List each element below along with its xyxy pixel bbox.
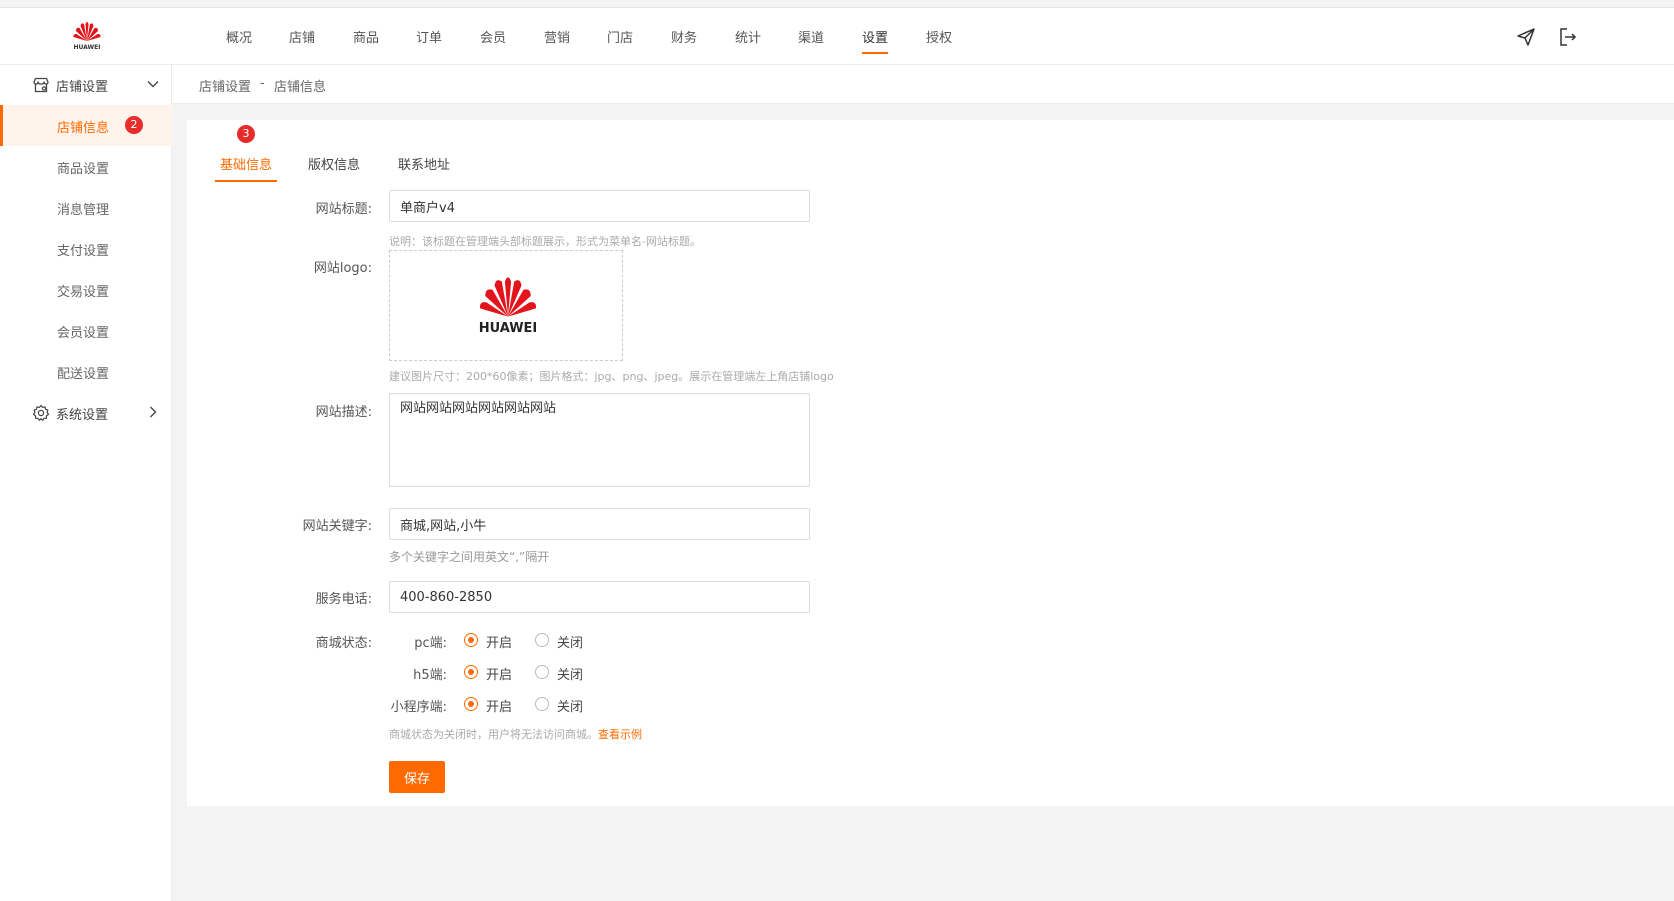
breadcrumb-separator: - bbox=[260, 76, 265, 91]
h5-status-label: h5端: bbox=[413, 668, 447, 683]
huawei-petals-icon bbox=[73, 22, 101, 41]
radio-label: 开启 bbox=[486, 668, 513, 683]
site-description-label: 网站描述: bbox=[315, 405, 372, 420]
exit-icon[interactable] bbox=[1557, 26, 1579, 48]
nav-item-channels[interactable]: 渠道 bbox=[798, 27, 824, 46]
logo-preview-wordmark: HUAWEI bbox=[478, 321, 538, 336]
nav-item-finance[interactable]: 财务 bbox=[671, 27, 697, 46]
mall-status-hint-text: 商城状态为关闭时，用户将无法访问商城。 bbox=[389, 728, 598, 741]
site-keywords-input[interactable] bbox=[389, 508, 810, 540]
sidebar-item-label: 消息管理 bbox=[57, 203, 110, 218]
site-title-label: 网站标题: bbox=[315, 202, 372, 217]
sidebar-group-store-settings[interactable]: 店铺设置 bbox=[0, 65, 172, 105]
service-phone-label: 服务电话: bbox=[315, 592, 372, 607]
site-keywords-hint: 多个关键字之间用英文“,”隔开 bbox=[389, 550, 550, 564]
brand-wordmark: HUAWEI bbox=[73, 44, 101, 51]
nav-item-authorization[interactable]: 授权 bbox=[926, 27, 952, 46]
nav-item-members[interactable]: 会员 bbox=[480, 27, 506, 46]
site-title-input[interactable] bbox=[389, 190, 810, 222]
logo-upload-box[interactable]: HUAWEI bbox=[389, 250, 623, 361]
main-card: 3 基础信息 版权信息 联系地址 网站标题: 说明：该标题在管理端头部标题展示，… bbox=[187, 120, 1674, 806]
tab-copyright-info[interactable]: 版权信息 bbox=[308, 154, 360, 173]
store-icon bbox=[32, 76, 50, 94]
sidebar-group-label: 系统设置 bbox=[56, 408, 109, 423]
gear-icon bbox=[32, 404, 50, 422]
nav-item-orders[interactable]: 订单 bbox=[416, 27, 442, 46]
sidebar-group-label: 店铺设置 bbox=[56, 80, 109, 95]
chevron-down-icon bbox=[146, 77, 160, 91]
sidebar-item-label: 店铺信息 bbox=[57, 121, 110, 136]
sidebar-group-system-settings[interactable]: 系统设置 bbox=[0, 393, 172, 433]
nav-item-marketing[interactable]: 营销 bbox=[544, 27, 570, 46]
site-description-textarea[interactable]: 网站网站网站网站网站网站 bbox=[389, 393, 810, 487]
tab-contact-address[interactable]: 联系地址 bbox=[398, 154, 450, 173]
sidebar-item-delivery-settings[interactable]: 配送设置 bbox=[0, 351, 172, 392]
radio-label: 关闭 bbox=[557, 700, 584, 715]
chevron-right-icon bbox=[146, 405, 160, 419]
nav-item-stores[interactable]: 门店 bbox=[607, 27, 633, 46]
tab-basic-info[interactable]: 基础信息 bbox=[220, 154, 272, 173]
nav-item-statistics[interactable]: 统计 bbox=[735, 27, 761, 46]
miniprogram-status-label: 小程序端: bbox=[390, 700, 447, 715]
radio-label: 开启 bbox=[486, 636, 513, 651]
radio-label: 关闭 bbox=[557, 668, 584, 683]
sidebar-item-trade-settings[interactable]: 交易设置 bbox=[0, 269, 172, 310]
breadcrumb-item-store-settings[interactable]: 店铺设置 bbox=[199, 76, 251, 95]
site-logo-hint: 建议图片尺寸：200*60像素；图片格式：jpg、png、jpeg。展示在管理端… bbox=[389, 370, 834, 383]
sidebar-item-label: 配送设置 bbox=[57, 367, 110, 382]
sidebar-item-product-settings[interactable]: 商品设置 bbox=[0, 146, 172, 187]
send-icon[interactable] bbox=[1515, 26, 1537, 48]
brand-logo[interactable]: HUAWEI bbox=[70, 20, 104, 52]
nav-active-indicator bbox=[862, 52, 888, 54]
pc-status-label: pc端: bbox=[414, 636, 447, 651]
sidebar: 店铺设置 店铺信息 2 商品设置 消息管理 支付设置 交易设置 会员设置 配送设… bbox=[0, 65, 172, 901]
site-title-hint: 说明：该标题在管理端头部标题展示，形式为菜单名-网站标题。 bbox=[389, 235, 701, 248]
sidebar-item-store-info[interactable]: 店铺信息 2 bbox=[0, 105, 172, 146]
nav-item-store[interactable]: 店铺 bbox=[289, 27, 315, 46]
huawei-petals-icon bbox=[479, 277, 537, 317]
sidebar-item-label: 交易设置 bbox=[57, 285, 110, 300]
site-keywords-label: 网站关键字: bbox=[302, 519, 372, 534]
sidebar-item-label: 支付设置 bbox=[57, 244, 110, 259]
radio-label: 关闭 bbox=[557, 636, 584, 651]
sidebar-item-label: 会员设置 bbox=[57, 326, 110, 341]
sidebar-item-payment-settings[interactable]: 支付设置 bbox=[0, 228, 172, 269]
nav-item-settings[interactable]: 设置 bbox=[862, 27, 888, 46]
tab-badge: 3 bbox=[237, 125, 255, 143]
logo-preview-image: HUAWEI bbox=[476, 273, 540, 336]
sidebar-item-label: 商品设置 bbox=[57, 162, 110, 177]
sidebar-item-message-management[interactable]: 消息管理 bbox=[0, 187, 172, 228]
mall-status-hint: 商城状态为关闭时，用户将无法访问商城。查看示例 bbox=[389, 726, 642, 742]
top-header: HUAWEI 概况 店铺 商品 订单 会员 营销 门店 财务 统计 渠道 设置 … bbox=[0, 8, 1674, 83]
sidebar-item-member-settings[interactable]: 会员设置 bbox=[0, 310, 172, 351]
save-button[interactable]: 保存 bbox=[389, 761, 445, 793]
nav-item-products[interactable]: 商品 bbox=[353, 27, 379, 46]
service-phone-input[interactable] bbox=[389, 581, 810, 613]
radio-label: 开启 bbox=[486, 700, 513, 715]
breadcrumb: 店铺设置 - 店铺信息 bbox=[172, 65, 1674, 104]
window-top-strip bbox=[0, 0, 1674, 8]
site-logo-label: 网站logo: bbox=[313, 261, 372, 276]
tab-active-indicator bbox=[215, 180, 277, 182]
sidebar-badge: 2 bbox=[125, 116, 143, 134]
view-example-link[interactable]: 查看示例 bbox=[598, 728, 642, 741]
nav-item-overview[interactable]: 概况 bbox=[226, 27, 252, 46]
breadcrumb-item-store-info: 店铺信息 bbox=[274, 80, 327, 95]
